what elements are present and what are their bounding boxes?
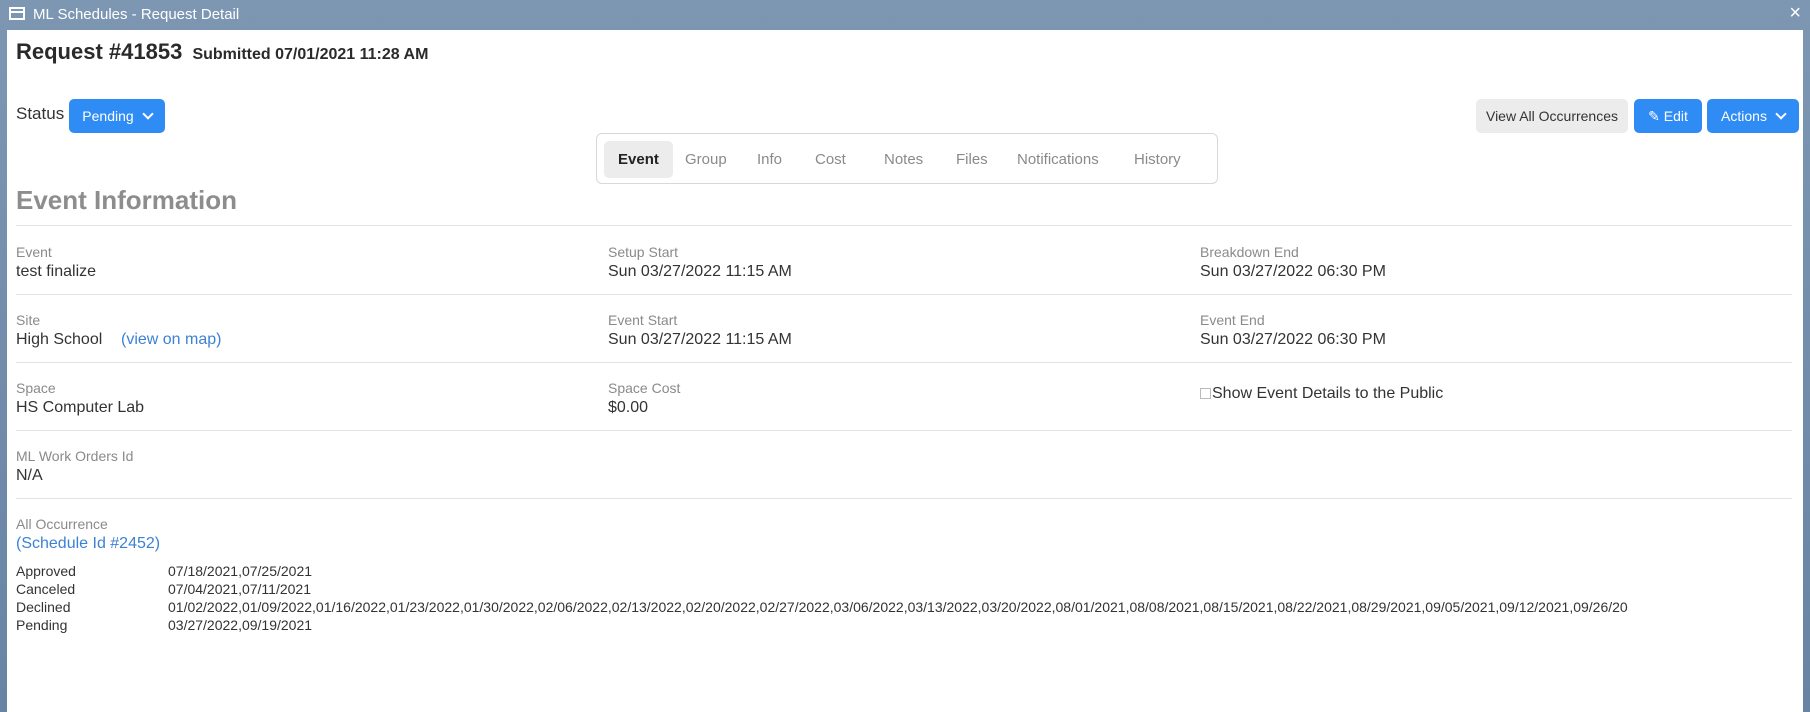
occurrence-dates: 07/04/2021,07/11/2021 — [168, 581, 311, 597]
site-value: High School — [16, 331, 103, 348]
pencil-icon: ✎ — [1648, 108, 1660, 124]
tab-notes[interactable]: Notes — [884, 141, 923, 178]
event-start-label: Event Start — [608, 312, 678, 328]
tab-history[interactable]: History — [1134, 141, 1181, 178]
event-end-value: Sun 03/27/2022 06:30 PM — [1200, 331, 1386, 348]
actions-label: Actions — [1721, 108, 1767, 124]
space-value: HS Computer Lab — [16, 399, 145, 416]
view-all-occurrences-button[interactable]: View All Occurrences — [1476, 99, 1628, 133]
status-dropdown[interactable]: Pending — [69, 99, 165, 133]
occurrence-dates: 03/27/2022,09/19/2021 — [168, 617, 313, 633]
view-on-map-link[interactable]: (view on map) — [121, 331, 221, 349]
schedule-id-link[interactable]: (Schedule Id #2452) — [16, 535, 160, 553]
edit-label: Edit — [1663, 108, 1688, 124]
window-title: ML Schedules - Request Detail — [33, 6, 240, 23]
edit-button[interactable]: ✎ Edit — [1634, 99, 1702, 133]
occurrence-status: Pending — [16, 617, 68, 633]
space-cost-label: Space Cost — [608, 380, 681, 396]
tab-bar: Event Group Info Cost Notes Files Notifi… — [596, 133, 1218, 184]
tab-files[interactable]: Files — [956, 141, 988, 178]
page-title: Request #41853 Submitted 07/01/2021 11:2… — [16, 39, 428, 65]
all-occurrence-label: All Occurrence — [16, 516, 108, 532]
event-start-value: Sun 03/27/2022 11:15 AM — [608, 331, 792, 348]
space-cost-value: $0.00 — [608, 399, 649, 416]
tab-info[interactable]: Info — [757, 141, 782, 178]
divider — [16, 294, 1792, 295]
request-number: Request #41853 — [16, 39, 183, 64]
divider — [16, 498, 1792, 499]
window-icon — [9, 7, 25, 20]
breakdown-end-label: Breakdown End — [1200, 244, 1299, 260]
section-title: Event Information — [16, 185, 238, 215]
tab-notifications[interactable]: Notifications — [1017, 141, 1099, 178]
work-orders-label: ML Work Orders Id — [16, 448, 134, 464]
tab-cost[interactable]: Cost — [815, 141, 846, 178]
app-window: ML Schedules - Request Detail × Request … — [0, 0, 1810, 712]
occurrence-dates: 01/02/2022,01/09/2022,01/16/2022,01/23/2… — [168, 599, 1628, 615]
close-icon[interactable]: × — [1789, 3, 1801, 23]
chevron-down-icon — [1775, 108, 1787, 120]
show-public-label: Show Event Details to the Public — [1212, 385, 1444, 402]
event-value: test finalize — [16, 263, 97, 280]
occurrence-status: Approved — [16, 563, 76, 579]
breakdown-end-value: Sun 03/27/2022 06:30 PM — [1200, 263, 1386, 280]
divider — [16, 430, 1792, 431]
show-public-checkbox[interactable] — [1200, 388, 1211, 399]
divider — [16, 362, 1792, 363]
divider — [16, 225, 1792, 226]
occurrence-status: Canceled — [16, 581, 76, 597]
status-value: Pending — [82, 108, 134, 124]
actions-dropdown[interactable]: Actions — [1707, 99, 1799, 133]
event-end-label: Event End — [1200, 312, 1265, 328]
status-label: Status — [16, 104, 65, 123]
chevron-down-icon — [142, 108, 154, 120]
request-detail-panel: Request #41853 Submitted 07/01/2021 11:2… — [7, 30, 1803, 712]
occurrence-status: Declined — [16, 599, 71, 615]
occurrence-dates: 07/18/2021,07/25/2021 — [168, 563, 313, 579]
tab-event[interactable]: Event — [604, 141, 673, 178]
site-label: Site — [16, 312, 41, 328]
submitted-date: Submitted 07/01/2021 11:28 AM — [192, 46, 429, 63]
tab-group[interactable]: Group — [685, 141, 727, 178]
event-label: Event — [16, 244, 52, 260]
work-orders-value: N/A — [16, 467, 43, 484]
space-label: Space — [16, 380, 56, 396]
title-bar: ML Schedules - Request Detail × — [0, 0, 1810, 30]
setup-start-label: Setup Start — [608, 244, 679, 260]
setup-start-value: Sun 03/27/2022 11:15 AM — [608, 263, 792, 280]
